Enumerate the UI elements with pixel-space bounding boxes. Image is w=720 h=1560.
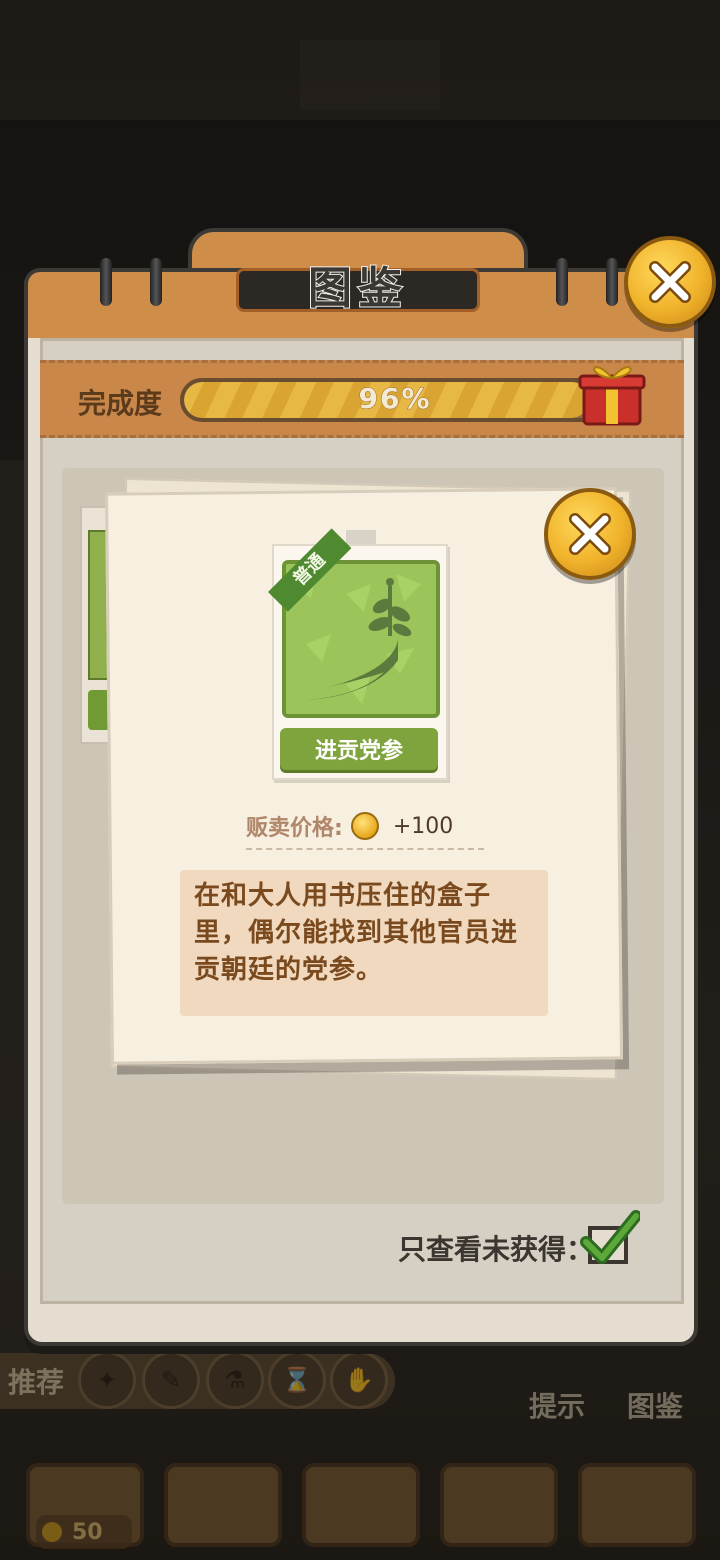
item-name-label: 进贡党参 xyxy=(280,728,438,770)
binder-ring-icon xyxy=(150,258,162,306)
binder-ring-icon xyxy=(100,258,112,306)
item-description: 在和大人用书压住的盒子里，偶尔能找到其他官员进贡朝廷的党参。 xyxy=(194,881,519,985)
panel-title: 图鉴 xyxy=(307,262,408,315)
close-popup-button[interactable] xyxy=(544,488,636,580)
close-icon xyxy=(649,261,691,303)
divider xyxy=(246,848,484,850)
binder-ring-icon xyxy=(556,258,568,306)
close-icon xyxy=(569,513,611,555)
coin-icon xyxy=(350,812,379,840)
gift-icon[interactable] xyxy=(574,352,650,428)
filter-label: 只查看未获得： xyxy=(398,1233,595,1266)
price-value: +100 xyxy=(392,813,454,839)
binder-ring-icon xyxy=(606,258,618,306)
checkmark-icon xyxy=(580,1210,640,1264)
close-panel-button[interactable] xyxy=(624,236,716,328)
price-label: 贩卖价格: xyxy=(246,816,343,841)
price-row: 贩卖价格: +100 xyxy=(246,808,486,844)
progress-label: 完成度 xyxy=(78,387,163,420)
progress-text: 96% xyxy=(358,382,432,416)
